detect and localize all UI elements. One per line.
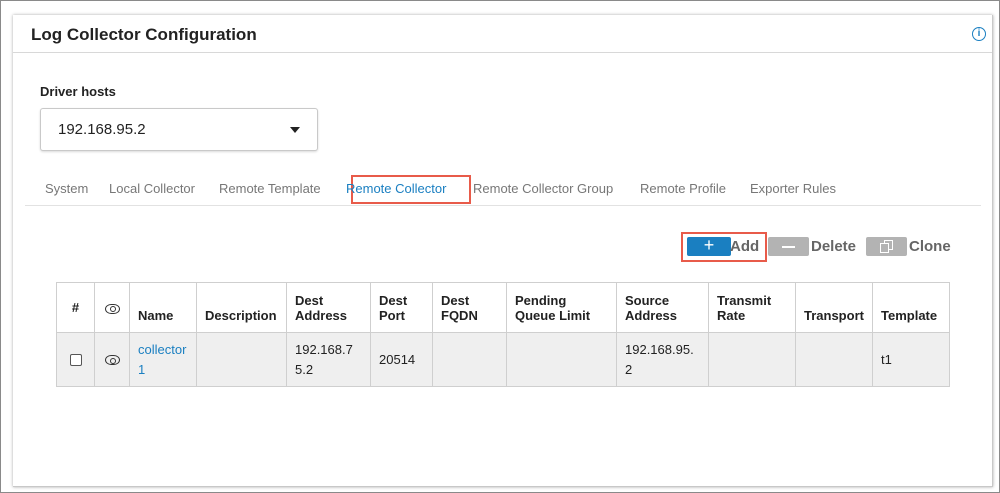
clone-button-label[interactable]: Clone [909,238,951,255]
tab-exporter-rules[interactable]: Exporter Rules [750,181,836,196]
col-header-name[interactable]: Name [129,282,197,333]
table-row[interactable]: collector1 192.168.75.2 20514 192.168.95… [56,332,950,387]
col-header-pending-queue-limit[interactable]: Pending Queue Limit [506,282,617,333]
col-header-transmit-rate[interactable]: Transmit Rate [708,282,796,333]
cell-template: t1 [872,332,950,387]
cell-name: collector1 [129,332,197,387]
row-view-cell [94,332,130,387]
col-header-dest-port[interactable]: Dest Port [370,282,433,333]
cell-pending-queue-limit [506,332,617,387]
row-select-cell [56,332,95,387]
cell-source-address: 192.168.95.2 [616,332,709,387]
col-header-source-address[interactable]: Source Address [616,282,709,333]
driver-hosts-label: Driver hosts [40,84,116,99]
page-title: Log Collector Configuration [31,25,257,44]
clone-button[interactable] [866,237,907,256]
cell-description [196,332,287,387]
tab-remote-collector[interactable]: Remote Collector [346,181,446,196]
col-header-dest-fqdn[interactable]: Dest FQDN [432,282,507,333]
tab-local-collector[interactable]: Local Collector [109,181,195,196]
info-icon[interactable]: i [972,27,986,41]
collector-name-link[interactable]: collector1 [138,342,186,377]
delete-button-label[interactable]: Delete [811,238,856,255]
row-checkbox[interactable] [69,354,82,367]
add-button[interactable]: + [687,236,731,256]
col-header-template[interactable]: Template [872,282,950,333]
cell-transmit-rate [708,332,796,387]
cell-transport [795,332,873,387]
cell-dest-port: 20514 [370,332,433,387]
col-header-eye [94,282,130,333]
delete-button[interactable] [768,237,809,256]
log-collector-panel: Log Collector Configuration i Driver hos… [13,15,993,487]
eye-icon[interactable] [104,355,120,366]
col-header-transport[interactable]: Transport [795,282,873,333]
col-header-hash: # [56,282,95,333]
col-header-dest-address[interactable]: Dest Address [286,282,371,333]
cell-dest-address: 192.168.75.2 [286,332,371,387]
eye-icon[interactable] [104,303,120,314]
clone-icon [880,240,893,253]
remote-collector-table: # Name Description Dest Address Dest Por… [56,282,950,387]
panel-header: Log Collector Configuration i [13,15,992,53]
tab-remote-profile[interactable]: Remote Profile [640,181,726,196]
window-frame: Log Collector Configuration i Driver hos… [0,0,1000,493]
tab-remote-template[interactable]: Remote Template [219,181,321,196]
col-header-description[interactable]: Description [196,282,287,333]
tab-system[interactable]: System [45,181,88,196]
tab-bar: System Local Collector Remote Template R… [25,175,981,206]
table-header-row: # Name Description Dest Address Dest Por… [56,282,950,333]
tab-remote-collector-group[interactable]: Remote Collector Group [473,181,613,196]
add-button-label[interactable]: Add [730,238,759,255]
driver-hosts-select[interactable]: 192.168.95.2 [40,108,318,151]
driver-hosts-value: 192.168.95.2 [58,121,146,138]
cell-dest-fqdn [432,332,507,387]
chevron-down-icon [290,127,300,133]
